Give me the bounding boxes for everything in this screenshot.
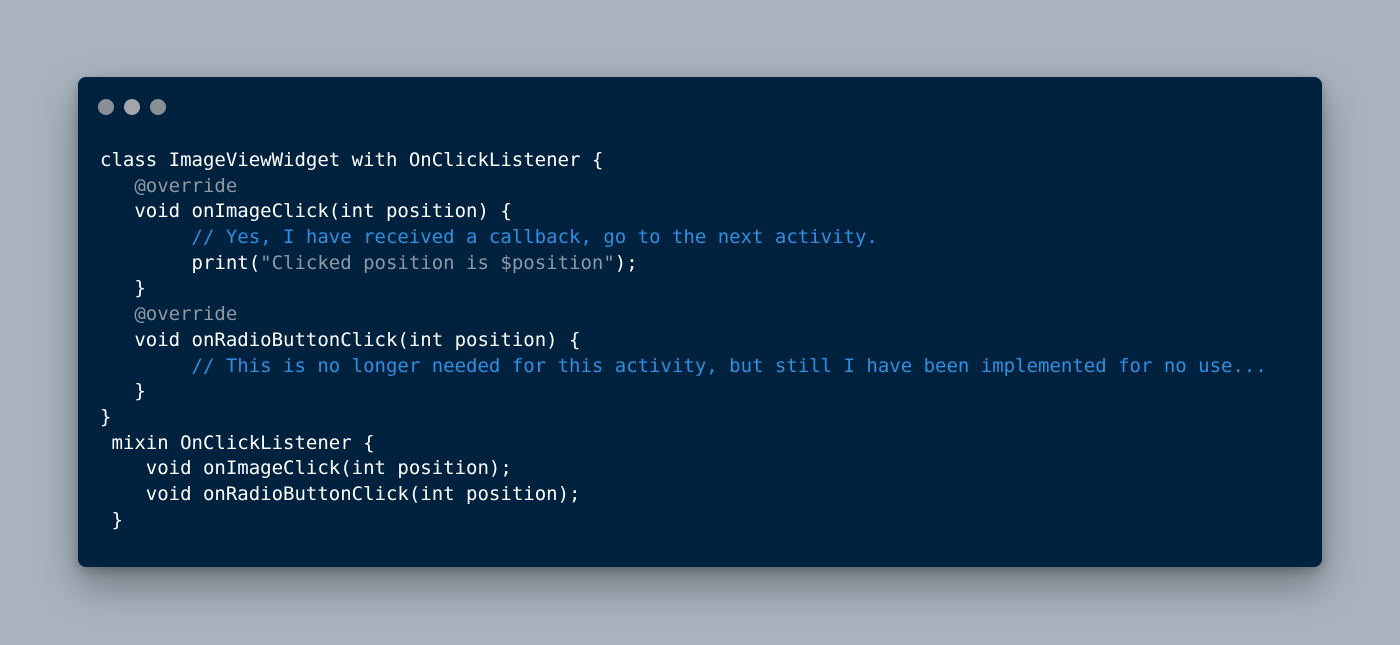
code-token-str: "Clicked position is $position" xyxy=(260,251,615,274)
code-token-tx: void onRadioButtonClick(int position) { xyxy=(134,328,581,351)
code-token-tx: mixin OnClickListener { xyxy=(111,431,375,454)
code-window: class ImageViewWidget with OnClickListen… xyxy=(78,77,1322,567)
code-token-tx: void onRadioButtonClick(int position); xyxy=(145,482,581,505)
code-token-tx: } xyxy=(134,380,146,403)
code-token-tx: print( xyxy=(191,251,261,274)
code-token-cmt: // This is no longer needed for this act… xyxy=(191,354,1267,377)
code-line: @override xyxy=(100,302,1267,328)
code-line: // This is no longer needed for this act… xyxy=(100,354,1267,380)
code-token-tx: void onImageClick(int position) { xyxy=(134,200,512,223)
code-token-ann: @override xyxy=(134,174,238,197)
code-line: } xyxy=(100,405,1267,431)
window-controls xyxy=(98,99,166,115)
code-token-cmt: // Yes, I have received a callback, go t… xyxy=(191,226,878,249)
window-dot-icon[interactable] xyxy=(124,99,140,115)
code-line: void onImageClick(int position); xyxy=(100,456,1267,482)
code-token-tx: } xyxy=(111,508,123,531)
code-token-tx: class ImageViewWidget with OnClickListen… xyxy=(100,149,604,171)
window-dot-icon[interactable] xyxy=(98,99,114,115)
code-line: @override xyxy=(100,174,1267,200)
code-line: } xyxy=(100,276,1267,302)
code-line: void onRadioButtonClick(int position); xyxy=(100,482,1267,508)
code-line: // Yes, I have received a callback, go t… xyxy=(100,225,1267,251)
code-token-tx: } xyxy=(100,405,112,428)
code-line: } xyxy=(100,379,1267,405)
code-line: void onRadioButtonClick(int position) { xyxy=(100,328,1267,354)
code-line: } xyxy=(100,508,1267,534)
code-token-tx: } xyxy=(134,277,146,300)
code-line: class ImageViewWidget with OnClickListen… xyxy=(100,148,1267,174)
code-block: class ImageViewWidget with OnClickListen… xyxy=(100,148,1267,533)
code-line: mixin OnClickListener { xyxy=(100,431,1267,457)
code-line: void onImageClick(int position) { xyxy=(100,199,1267,225)
window-dot-icon[interactable] xyxy=(150,99,166,115)
code-line: print("Clicked position is $position"); xyxy=(100,251,1267,277)
code-token-tx: ); xyxy=(614,251,638,274)
code-token-tx: void onImageClick(int position); xyxy=(145,457,512,480)
code-token-ann: @override xyxy=(134,303,238,326)
